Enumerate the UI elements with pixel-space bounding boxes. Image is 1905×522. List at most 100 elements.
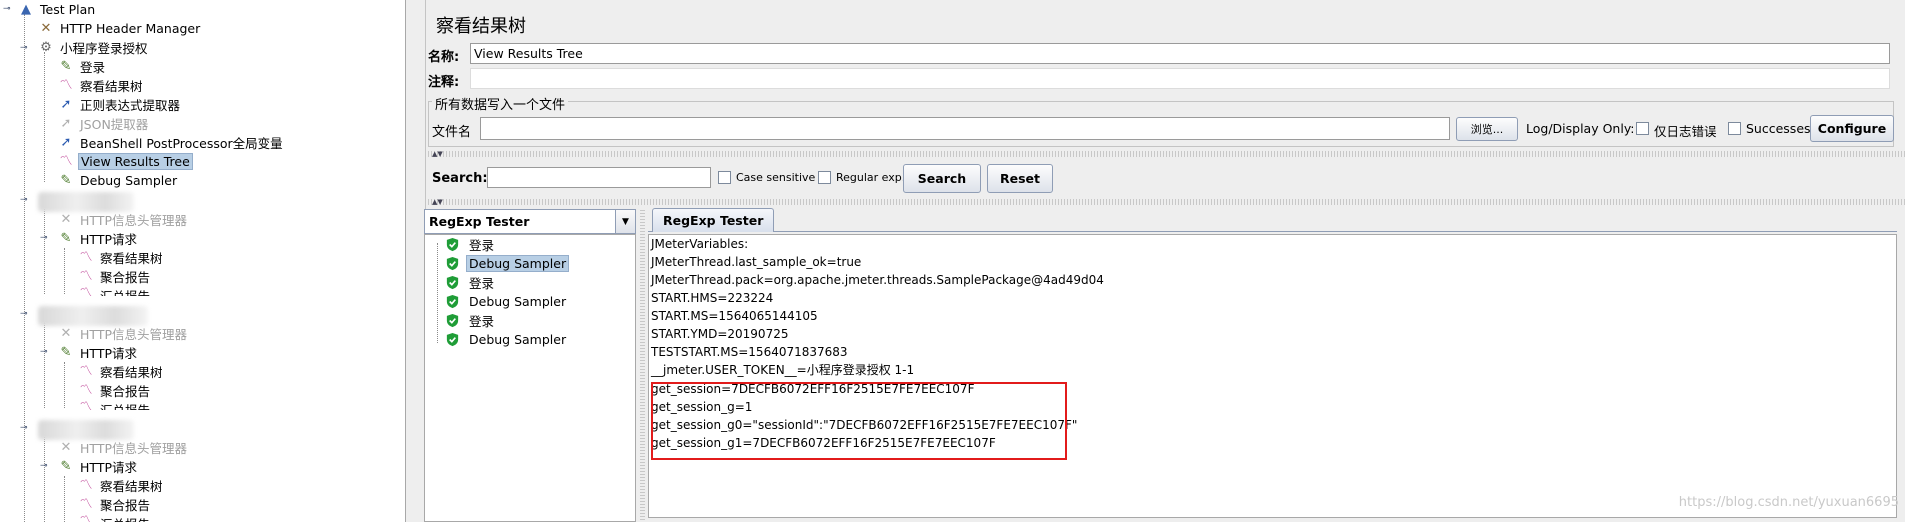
response-data-area[interactable]: JMeterVariables: JMeterThread.last_sampl…	[648, 234, 1897, 518]
tree-node-debug-sampler[interactable]: ✎ Debug Sampler	[58, 171, 179, 190]
success-shield-icon	[446, 294, 459, 309]
tree-node-summary-4[interactable]: 〽 汇总报告	[78, 514, 152, 522]
tree-node-aggregate-3[interactable]: 〽 聚合报告	[78, 381, 152, 400]
tree-node-header-manager-3[interactable]: ✕ HTTP信息头管理器	[58, 324, 189, 343]
graph-icon: 〽	[79, 496, 93, 512]
sample-result-tree[interactable]: 登录 Debug Sampler 登录 Debug Sampler 登录 Deb…	[424, 234, 636, 522]
result-node[interactable]: Debug Sampler	[445, 292, 569, 311]
name-label: 名称:	[428, 50, 460, 65]
renderer-select[interactable]: RegExp Tester ▼	[424, 209, 636, 234]
tree-node-label: JSON提取器	[80, 117, 149, 132]
collapse-handle[interactable]: ⊸	[40, 462, 49, 471]
blurred-thread-group	[38, 306, 148, 326]
splitter-arrows-icon[interactable]: ▲▼	[432, 199, 443, 206]
browse-button[interactable]: 浏览...	[1456, 117, 1518, 141]
graph-icon: 〽	[79, 249, 93, 265]
tree-node-label: 小程序登录授权	[60, 41, 148, 56]
splitter-arrows-icon[interactable]: ▲▼	[432, 151, 443, 158]
tree-connector	[437, 243, 438, 343]
page-title: 察看结果树	[436, 16, 526, 37]
variable-line: JMeterVariables:	[651, 237, 749, 251]
tree-node-label: 汇总报告	[98, 514, 152, 522]
tree-node-view-results[interactable]: 〽 察看结果树	[58, 76, 145, 95]
tree-node-label: 登录	[80, 60, 106, 75]
tree-node-summary-2[interactable]: 〽 汇总报告	[78, 286, 152, 296]
tree-node-view-results-2[interactable]: 〽 察看结果树	[78, 248, 165, 267]
tree-node-beanshell[interactable]: ➚ BeanShell PostProcessor全局变量	[58, 133, 285, 152]
chevron-down-icon[interactable]: ▼	[615, 210, 635, 233]
tree-node-label: 聚合报告	[100, 498, 151, 513]
tree-node-aggregate-2[interactable]: 〽 聚合报告	[78, 267, 152, 286]
collapse-handle[interactable]: ⊸	[3, 5, 12, 14]
success-shield-icon	[446, 256, 459, 271]
tree-node-label: HTTP请求	[80, 346, 137, 361]
tree-node-regex-extractor[interactable]: ➚ 正则表达式提取器	[58, 95, 182, 114]
tree-connector	[44, 432, 45, 522]
tree-node-login-sampler[interactable]: ✎ 登录	[58, 57, 107, 76]
result-node[interactable]: Debug Sampler	[445, 330, 569, 349]
test-plan-icon: ▲	[21, 1, 31, 17]
graph-icon: 〽	[59, 77, 73, 93]
result-node[interactable]: 登录	[445, 311, 497, 330]
tree-node-view-results-3[interactable]: 〽 察看结果树	[78, 362, 165, 381]
collapse-handle[interactable]: ⊸	[20, 310, 29, 319]
variable-line: JMeterThread.pack=org.apache.jmeter.thre…	[651, 273, 1104, 287]
vertical-splitter[interactable]	[640, 209, 645, 522]
tree-node-label: Debug Sampler	[80, 173, 178, 188]
collapse-handle[interactable]: ⊸	[20, 196, 29, 205]
tree-node-label: HTTP请求	[80, 460, 137, 475]
tree-node-aggregate-4[interactable]: 〽 聚合报告	[78, 495, 152, 514]
errors-only-checkbox[interactable]	[1636, 122, 1649, 135]
wrench-icon: ✕	[60, 439, 72, 455]
sampler-pen-icon: ✎	[60, 230, 72, 246]
tree-node-thread-group[interactable]: ⚙ 小程序登录授权	[38, 38, 150, 57]
filename-label: 文件名	[432, 125, 472, 140]
comment-field[interactable]	[470, 68, 1890, 89]
name-field[interactable]: View Results Tree	[470, 43, 1890, 64]
regular-exp-checkbox[interactable]	[818, 171, 831, 184]
tree-node-json-extractor[interactable]: ➚ JSON提取器	[58, 114, 150, 133]
search-input[interactable]	[487, 167, 711, 188]
tree-node-http-header-manager[interactable]: ✕ HTTP Header Manager	[38, 19, 202, 38]
reset-button[interactable]: Reset	[987, 164, 1053, 193]
tree-connector	[44, 204, 45, 294]
result-node[interactable]: 登录	[445, 273, 497, 292]
tree-node-label: 聚合报告	[100, 270, 151, 285]
tree-node-header-manager-2[interactable]: ✕ HTTP信息头管理器	[58, 210, 189, 229]
gear-icon: ⚙	[40, 39, 52, 55]
tree-node-label: 汇总报告	[98, 286, 152, 296]
tree-node-view-results-tree[interactable]: 〽 View Results Tree	[58, 152, 193, 171]
horizontal-splitter[interactable]	[426, 151, 1905, 157]
case-sensitive-checkbox[interactable]	[718, 171, 731, 184]
collapse-handle[interactable]: ⊸	[40, 234, 49, 243]
test-plan-tree[interactable]: ⊸ ⊸ ⊸ ⊸ ⊸ ⊸ ⊸ ⊸ ▲ Test Plan ✕ HTTP Heade…	[0, 0, 406, 522]
variable-line: __jmeter.USER_TOKEN__=小程序登录授权 1-1	[651, 363, 915, 377]
collapse-handle[interactable]: ⊸	[20, 44, 29, 53]
sampler-pen-icon: ✎	[60, 58, 72, 74]
file-group-title: 所有数据写入一个文件	[432, 94, 569, 113]
renderer-value: RegExp Tester	[429, 214, 530, 229]
collapse-handle[interactable]: ⊸	[40, 348, 49, 357]
horizontal-splitter[interactable]	[426, 199, 1905, 205]
tree-node-label: Test Plan	[40, 2, 96, 17]
configure-button[interactable]: Configure	[1810, 115, 1894, 142]
search-button[interactable]: Search	[903, 164, 981, 193]
graph-icon: 〽	[79, 382, 93, 398]
tree-node-http-request-3[interactable]: ✎ HTTP请求	[58, 343, 139, 362]
successes-checkbox[interactable]	[1728, 122, 1741, 135]
collapse-handle[interactable]: ⊸	[20, 424, 29, 433]
tree-node-view-results-4[interactable]: 〽 察看结果树	[78, 476, 165, 495]
graph-icon: 〽	[79, 400, 93, 410]
result-node[interactable]: Debug Sampler	[445, 254, 570, 273]
tree-node-http-request-2[interactable]: ✎ HTTP请求	[58, 229, 139, 248]
result-node[interactable]: 登录	[445, 235, 497, 254]
tree-node-test-plan[interactable]: ▲ Test Plan	[18, 0, 97, 19]
watermark: https://blog.csdn.net/yuxuan6695	[1678, 495, 1899, 510]
tree-node-summary-3[interactable]: 〽 汇总报告	[78, 400, 152, 410]
tree-node-header-manager-4[interactable]: ✕ HTTP信息头管理器	[58, 438, 189, 457]
filename-field[interactable]	[480, 117, 1450, 140]
blurred-thread-group	[38, 192, 134, 212]
tree-node-http-request-4[interactable]: ✎ HTTP请求	[58, 457, 139, 476]
tab-regexp-tester[interactable]: RegExp Tester	[652, 208, 775, 232]
tree-connector	[24, 14, 25, 522]
